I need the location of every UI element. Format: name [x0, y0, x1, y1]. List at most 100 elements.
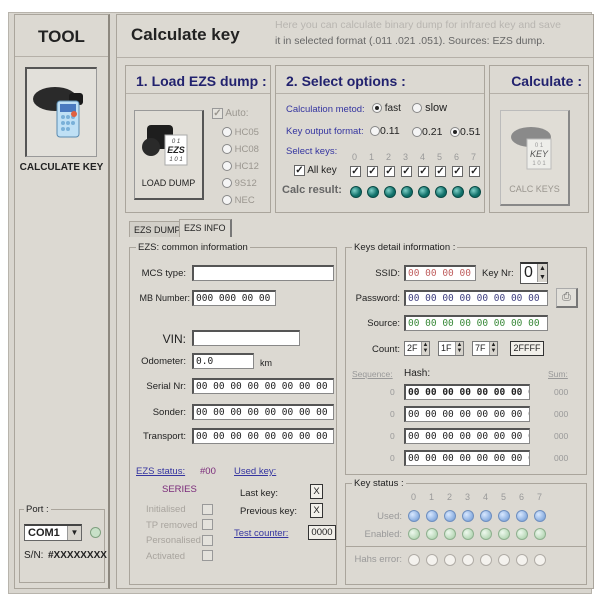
flag-checkbox [202, 534, 213, 546]
enabled-led-1 [426, 528, 438, 540]
hash-field[interactable]: 00 00 00 00 00 00 00 00 [404, 428, 530, 444]
mcs-type-field[interactable] [192, 265, 334, 281]
count-spinner-1[interactable]: 2F ▲ ▼ [404, 341, 430, 356]
key-checkbox-7[interactable]: ✓ [469, 166, 480, 177]
hash-sequence: 0 [390, 453, 395, 463]
radio-icon[interactable] [222, 195, 232, 206]
key-status-legend: Key status : [352, 478, 406, 489]
key-number: 3 [403, 152, 409, 162]
key-status-number: 0 [411, 492, 417, 502]
all-key-checkbox[interactable]: ✓ [294, 165, 305, 176]
enabled-led-5 [498, 528, 510, 540]
method-slow-option[interactable]: slow [412, 102, 447, 114]
radio-icon[interactable] [412, 127, 422, 138]
description-line-2: it in selected format (.011 .021 .051). … [275, 35, 546, 47]
key-checkbox-4[interactable]: ✓ [418, 166, 429, 177]
chip-option-9s12[interactable]: 9S12 [222, 175, 259, 192]
chevron-down-icon[interactable]: ▼ [67, 526, 81, 540]
chip-option-nec[interactable]: NEC [222, 192, 259, 209]
series-label: SERIES [162, 484, 197, 495]
tab-ezs-dump[interactable]: EZS DUMP [129, 221, 186, 237]
radio-icon[interactable] [450, 127, 460, 138]
key-checkbox-5[interactable]: ✓ [435, 166, 446, 177]
load-dump-button[interactable]: 0 1 EZS 1 0 1 LOAD DUMP [134, 110, 204, 200]
calc-keys-button[interactable]: 0 1 KEY 1 0 1 CALC KEYS [500, 110, 570, 206]
key-checkbox-6[interactable]: ✓ [452, 166, 463, 177]
method-fast-option[interactable]: fast [372, 103, 401, 114]
mb-number-field[interactable]: 000 000 00 00 [192, 290, 276, 306]
spinner-arrows-icon[interactable]: ▲ ▼ [537, 264, 547, 282]
count-spinner-3[interactable]: 7F ▲ ▼ [472, 341, 498, 356]
radio-icon[interactable] [222, 144, 232, 155]
source-field[interactable]: 00 00 00 00 00 00 00 00 [404, 315, 548, 331]
spinner-arrows-icon[interactable]: ▲ ▼ [489, 342, 497, 355]
serial-nr-field[interactable]: 00 00 00 00 00 00 00 00 [192, 378, 334, 394]
auto-checkbox-row[interactable]: ✓ Auto: [212, 108, 249, 119]
ssid-field[interactable]: 00 00 00 00 [404, 265, 476, 281]
radio-icon[interactable] [222, 127, 232, 138]
radio-icon[interactable] [412, 103, 422, 114]
sonder-field[interactable]: 00 00 00 00 00 00 00 00 [192, 404, 334, 420]
password-field[interactable]: 00 00 00 00 00 00 00 00 [404, 290, 548, 306]
used-key-link[interactable]: Used key: [234, 466, 276, 477]
method-fast-label: fast [384, 103, 401, 114]
sn-label: S/N: [24, 550, 44, 561]
hash-field[interactable]: 00 00 00 00 00 00 00 00 [404, 450, 530, 466]
chip-option-hc12[interactable]: HC12 [222, 158, 259, 175]
calc-result-led-4 [418, 186, 430, 198]
all-key-option[interactable]: ✓ All key [294, 165, 337, 176]
ssid-label: SSID: [375, 268, 400, 279]
port-status-led [90, 527, 101, 538]
format-051-option[interactable]: 0.51 [450, 126, 480, 138]
key-checkbox-3[interactable]: ✓ [401, 166, 412, 177]
format-011-option[interactable]: 0.11 [370, 125, 400, 137]
used-led-4 [480, 510, 492, 522]
ezs-dump-icon: 0 1 EZS 1 0 1 [141, 125, 187, 166]
radio-icon[interactable] [222, 178, 232, 189]
hash-error-led-5 [498, 554, 510, 566]
count-value: 1F [441, 343, 452, 353]
radio-icon[interactable] [372, 103, 382, 114]
spinner-arrows-icon[interactable]: ▲ ▼ [455, 342, 463, 355]
all-key-label: All key [307, 165, 337, 177]
vin-field[interactable] [192, 330, 300, 346]
radio-icon[interactable] [222, 161, 232, 172]
port-select[interactable]: COM1 ▼ [24, 524, 82, 541]
auto-checkbox[interactable]: ✓ [212, 108, 223, 119]
hash-sequence: 0 [390, 431, 395, 441]
spinner-arrows-icon[interactable]: ▲ ▼ [421, 342, 429, 355]
chip-label: NEC [234, 195, 255, 206]
flag-label: Initialised [146, 504, 186, 515]
calculate-key-tool-button[interactable] [25, 67, 97, 157]
count-spinner-2[interactable]: 1F ▲ ▼ [438, 341, 464, 356]
format-021-option[interactable]: 0.21 [412, 126, 442, 138]
ezs-status-link[interactable]: EZS status: [136, 466, 185, 477]
hash-field[interactable]: 00 00 00 00 00 00 00 00 [404, 384, 530, 400]
count-total: 2FFFF [510, 341, 544, 356]
chip-label: HC08 [234, 144, 259, 155]
count-value: 7F [475, 343, 486, 353]
test-counter-link[interactable]: Test counter: [234, 528, 288, 539]
key-checkbox-0[interactable]: ✓ [350, 166, 361, 177]
flag-initialised: Initialised [146, 502, 213, 518]
odometer-field[interactable]: 0.0 [192, 353, 254, 369]
chip-option-hc05[interactable]: HC05 [222, 124, 259, 141]
flag-label: TP removed [146, 519, 198, 531]
page-description: Here you can calculate binary dump for i… [275, 17, 585, 49]
radio-icon[interactable] [370, 126, 380, 137]
keys-detail-group: Keys detail information : SSID: 00 00 00… [345, 242, 587, 475]
key-checkbox-1[interactable]: ✓ [367, 166, 378, 177]
tab-ezs-info[interactable]: EZS INFO [179, 219, 232, 237]
hash-field[interactable]: 00 00 00 00 00 00 00 00 [404, 406, 530, 422]
print-icon[interactable]: ⎙ [556, 288, 578, 308]
transport-field[interactable]: 00 00 00 00 00 00 00 00 [192, 428, 334, 444]
key-checkbox-2[interactable]: ✓ [384, 166, 395, 177]
count-value: 2F [407, 343, 418, 353]
key-status-number: 2 [447, 492, 453, 502]
key-number: 5 [437, 152, 443, 162]
key-nr-spinner[interactable]: 0 ▲ ▼ [520, 262, 548, 284]
chip-option-hc08[interactable]: HC08 [222, 141, 259, 158]
format-011-label: 0.11 [380, 125, 400, 137]
key-status-number: 5 [501, 492, 507, 502]
calc-result-label: Calc result: [282, 184, 342, 196]
